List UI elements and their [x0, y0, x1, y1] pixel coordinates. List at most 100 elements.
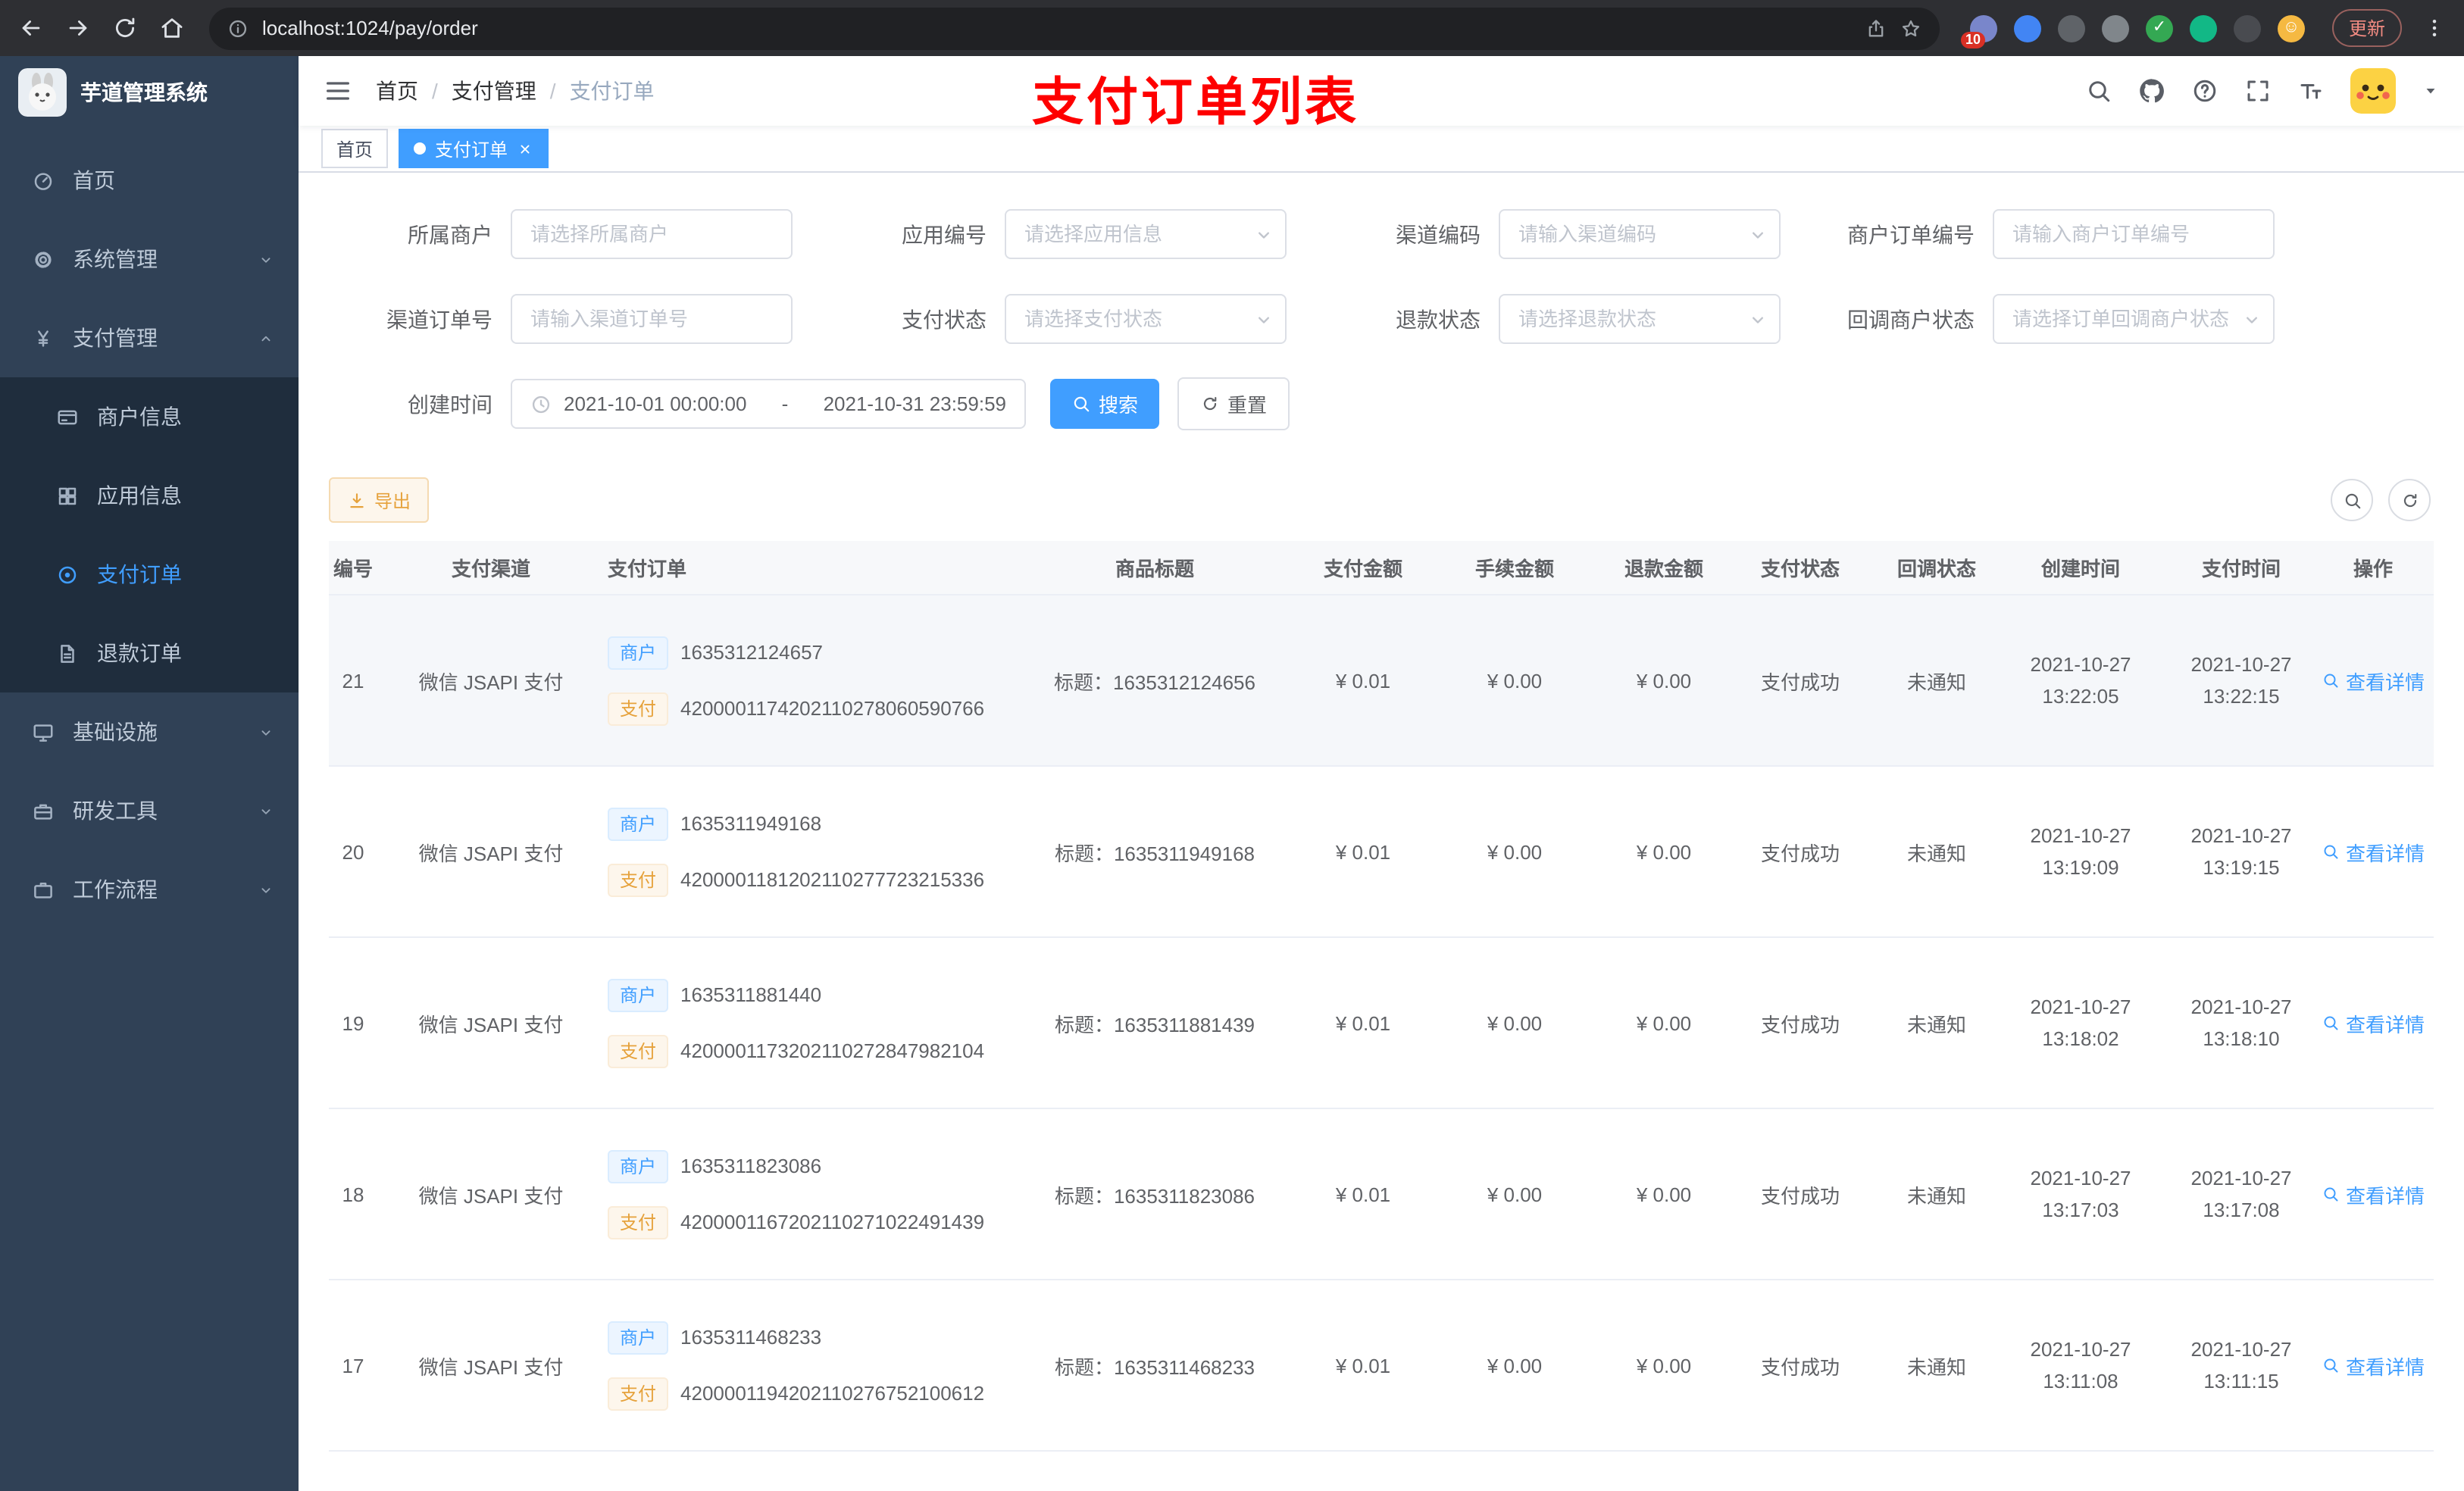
sidebar-item-label: 系统管理	[73, 247, 158, 271]
pay-channel: 微信 JSAPI 支付	[418, 842, 564, 864]
filter-merchant-control	[511, 209, 793, 259]
filter-notify-status-input[interactable]	[1993, 294, 2275, 344]
order-id: 17	[342, 1354, 364, 1377]
date-start: 2021-10-01 00:00:00	[564, 392, 747, 415]
sidebar-item-infra[interactable]: 基础设施	[0, 692, 299, 771]
filter-label: 商户订单编号	[1847, 222, 1975, 246]
magnifier-icon	[2322, 1356, 2340, 1374]
github-icon[interactable]	[2138, 77, 2165, 105]
toolbox-icon	[32, 799, 55, 822]
dashboard-icon	[32, 169, 55, 192]
pay-amount: ¥ 0.01	[1335, 1183, 1391, 1205]
search-button[interactable]: 搜索	[1050, 379, 1160, 429]
goods-title: 标题：1635312124656	[1054, 670, 1255, 693]
view-detail-link[interactable]: 查看详情	[2322, 1180, 2425, 1208]
reset-button-label: 重置	[1227, 394, 1268, 417]
sidebar-item-workflow[interactable]: 工作流程	[0, 850, 299, 929]
share-icon[interactable]	[1865, 17, 1887, 39]
filter-channel-code-input[interactable]	[1499, 209, 1781, 259]
extension-gray-icon[interactable]	[2101, 14, 2129, 42]
refund-amount: ¥ 0.00	[1636, 669, 1692, 692]
table-body: 21 微信 JSAPI 支付 商户 1635312124657 支付 4200001174…	[329, 595, 2434, 1491]
filter-refund-status-control	[1499, 294, 1781, 344]
filter-channel-order-no-control	[511, 294, 793, 344]
filter-item-channel-code: 渠道编码	[1347, 209, 1781, 259]
sidebar-item-system[interactable]: 系统管理	[0, 220, 299, 299]
yen-icon	[32, 327, 55, 349]
help-icon[interactable]	[2191, 77, 2219, 105]
sidebar-item-refund-order[interactable]: 退款订单	[0, 614, 299, 692]
refresh-icon	[2400, 490, 2419, 510]
filter-refund-status-input[interactable]	[1499, 294, 1781, 344]
extension-pin-icon[interactable]	[2233, 14, 2261, 42]
gear-icon	[32, 248, 55, 270]
refund-amount: ¥ 0.00	[1636, 1011, 1692, 1034]
breadcrumb-separator: /	[432, 79, 438, 103]
extension-dark-icon[interactable]	[2057, 14, 2085, 42]
caret-down-icon[interactable]	[2422, 82, 2440, 100]
tab-pay-order[interactable]: 支付订单	[399, 129, 549, 168]
paid-time: 2021-10-27 13:19:15	[2190, 824, 2292, 879]
date-range-picker[interactable]: 2021-10-01 00:00:00 - 2021-10-31 23:59:5…	[511, 379, 1026, 429]
logo[interactable]: 芋道管理系统	[0, 56, 299, 129]
sidebar-item-home[interactable]: 首页	[0, 141, 299, 220]
back-icon[interactable]	[18, 15, 44, 41]
extension-green-icon[interactable]	[2189, 14, 2217, 42]
created-time: 2021-10-27 13:19:09	[2030, 824, 2131, 879]
filter-app-no-input[interactable]	[1005, 209, 1287, 259]
view-detail-link[interactable]: 查看详情	[2322, 837, 2425, 866]
fullscreen-icon[interactable]	[2244, 77, 2272, 105]
column-header: 编号	[333, 558, 373, 580]
reload-icon[interactable]	[112, 15, 138, 41]
browser-menu-icon[interactable]	[2423, 17, 2446, 39]
tab-home[interactable]: 首页	[321, 129, 389, 168]
filter-notify-status-control	[1993, 294, 2275, 344]
sidebar-item-pay-order[interactable]: 支付订单	[0, 535, 299, 614]
site-info-icon[interactable]	[227, 17, 249, 39]
hamburger-icon[interactable]	[323, 76, 353, 106]
sidebar-item-merchant-info[interactable]: 商户信息	[0, 377, 299, 456]
filter-merchant-order-no-input[interactable]	[1993, 209, 2275, 259]
table-header-row: 编号 支付渠道 支付订单 商品标题 支付金额 手续金额 退款金额 支付状态 回调状态 创建时间 支付…	[329, 541, 2434, 595]
sidebar-item-label: 支付订单	[97, 562, 182, 586]
fee-amount: ¥ 0.00	[1487, 1011, 1543, 1034]
view-detail-link[interactable]: 查看详情	[2322, 1351, 2425, 1380]
table-row: 17 微信 JSAPI 支付 商户 1635311468233 支付 4200001194…	[329, 1280, 2434, 1452]
sidebar-item-payment[interactable]: 支付管理	[0, 299, 299, 377]
address-bar[interactable]: localhost:1024/pay/order	[209, 7, 1940, 49]
refresh-table-button[interactable]	[2388, 479, 2431, 521]
view-detail-link[interactable]: 查看详情	[2322, 1008, 2425, 1037]
view-detail-link[interactable]: 查看详情	[2322, 666, 2425, 695]
merchant-order-no: 1635311881440	[680, 983, 822, 1006]
filter-channel-order-no-input[interactable]	[511, 294, 793, 344]
forward-icon[interactable]	[65, 15, 91, 41]
sidebar-item-devtools[interactable]: 研发工具	[0, 771, 299, 850]
pay-status: 支付成功	[1760, 1184, 1840, 1207]
home-icon[interactable]	[159, 15, 185, 41]
breadcrumb-pay-manage[interactable]: 支付管理	[452, 76, 536, 106]
export-button[interactable]: 导出	[329, 477, 430, 523]
export-button-label: 导出	[374, 490, 411, 511]
pay-amount: ¥ 0.01	[1335, 1354, 1391, 1377]
order-id: 21	[342, 669, 364, 692]
extension-face-icon[interactable]: ☺	[2277, 14, 2305, 42]
extension-grid-icon[interactable]: 10	[1960, 14, 1997, 48]
toggle-search-button[interactable]	[2331, 479, 2373, 521]
avatar[interactable]	[2350, 68, 2396, 114]
reset-button[interactable]: 重置	[1177, 377, 1290, 430]
update-button[interactable]: 更新	[2331, 9, 2402, 47]
logo-image	[18, 68, 67, 117]
filter-pay-status-input[interactable]	[1005, 294, 1287, 344]
sidebar-item-app-info[interactable]: 应用信息	[0, 456, 299, 535]
filter-item-merchant: 所属商户	[359, 209, 793, 259]
magnifier-icon	[1071, 394, 1091, 414]
close-icon[interactable]	[517, 140, 533, 157]
search-icon[interactable]	[2085, 77, 2112, 105]
extension-drop-icon[interactable]	[2013, 14, 2041, 42]
bookmark-star-icon[interactable]	[1900, 17, 1921, 39]
font-size-icon[interactable]	[2297, 77, 2325, 105]
breadcrumb-home[interactable]: 首页	[376, 76, 418, 106]
filter-merchant-input[interactable]	[511, 209, 793, 259]
created-time: 2021-10-27 13:17:03	[2030, 1167, 2131, 1221]
extension-check-icon[interactable]: ✓	[2145, 14, 2173, 42]
